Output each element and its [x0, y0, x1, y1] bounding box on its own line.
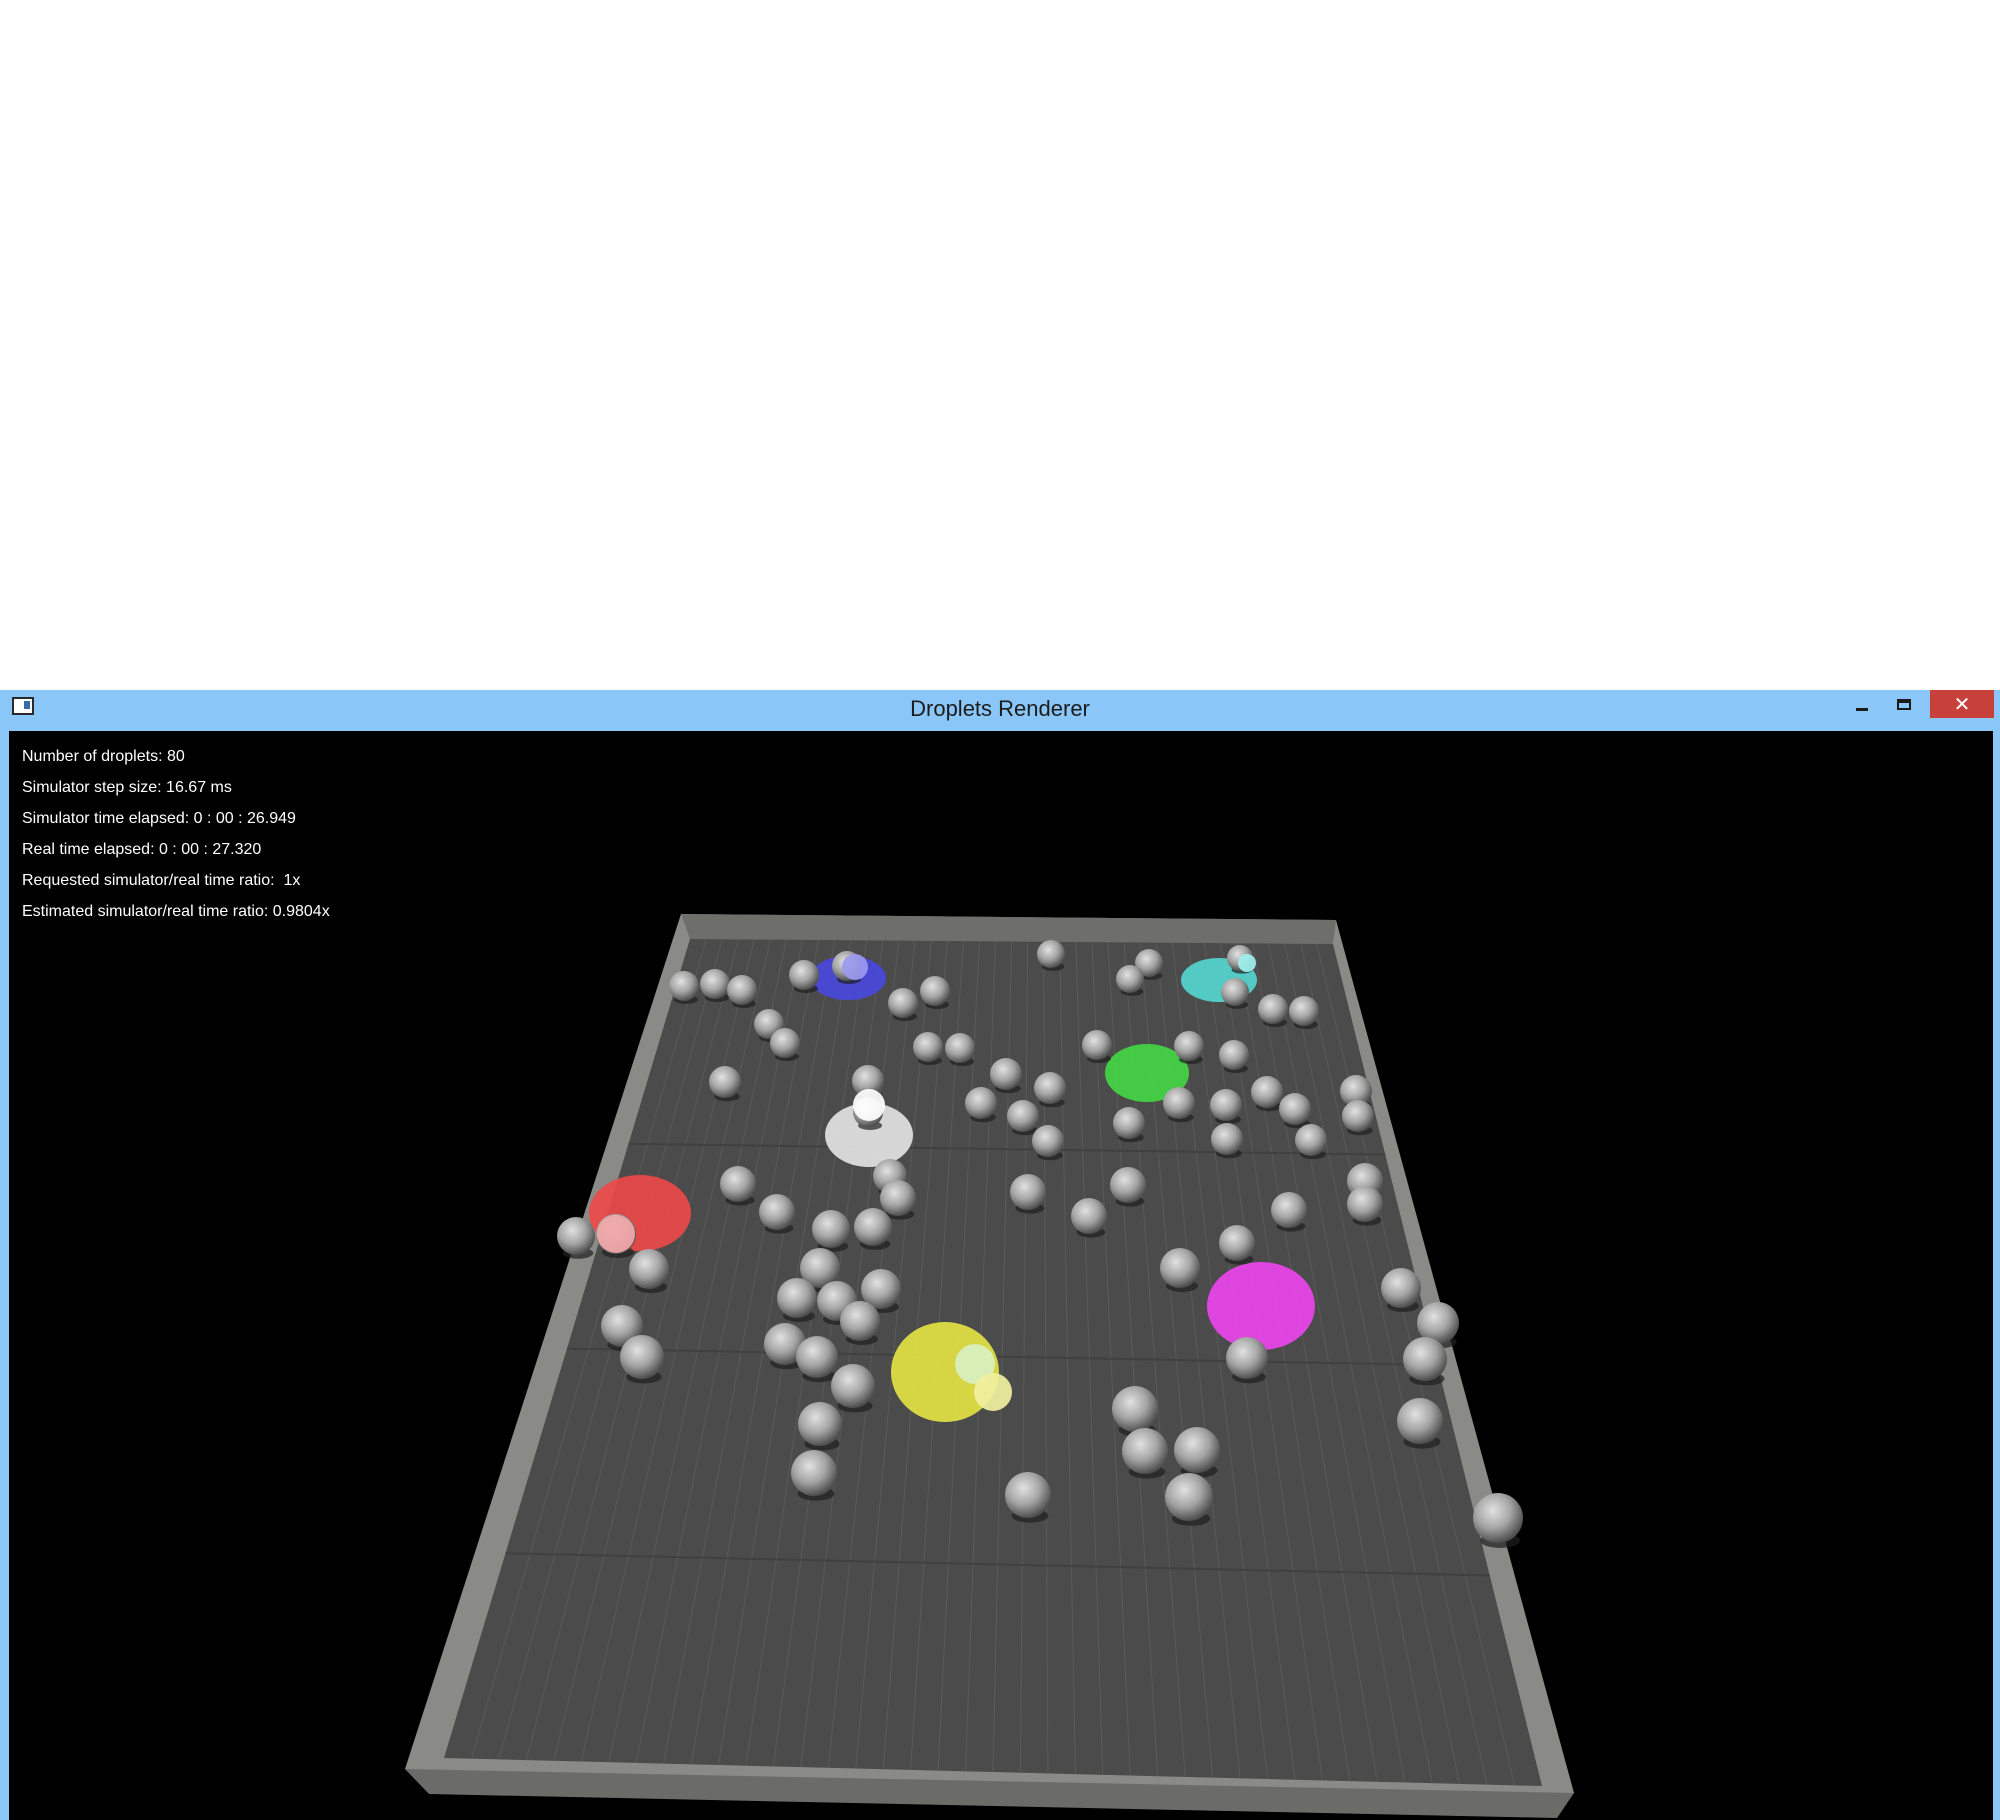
droplet — [770, 1028, 800, 1058]
stats-overlay: Number of droplets: 80 Simulator step si… — [22, 741, 330, 927]
stat-simulator-time: Simulator time elapsed: 0 : 00 : 26.949 — [22, 810, 296, 827]
droplet — [669, 971, 699, 1001]
droplet — [1397, 1398, 1443, 1444]
droplet — [1473, 1493, 1523, 1543]
droplet — [1279, 1093, 1311, 1125]
droplet — [1034, 1072, 1066, 1104]
droplet-tinted — [974, 1373, 1012, 1411]
droplet — [796, 1336, 838, 1378]
droplet-tinted — [597, 1215, 635, 1253]
droplet — [1174, 1031, 1204, 1061]
close-button[interactable]: ✕ — [1930, 690, 1994, 718]
stat-real-time: Real time elapsed: 0 : 00 : 27.320 — [22, 841, 262, 858]
droplet — [557, 1217, 595, 1255]
droplet — [1271, 1192, 1307, 1228]
droplet — [1226, 1337, 1268, 1379]
droplet — [700, 969, 730, 999]
droplet — [945, 1033, 975, 1063]
droplet — [777, 1278, 817, 1318]
droplet — [1032, 1125, 1064, 1157]
droplet — [990, 1058, 1022, 1090]
app-window: Droplets Renderer ✕ Number of droplets: … — [0, 690, 2000, 1820]
maximize-icon — [1897, 698, 1911, 710]
droplet — [1037, 940, 1065, 968]
droplet — [1110, 1167, 1146, 1203]
droplet — [965, 1087, 997, 1119]
droplet — [1295, 1124, 1327, 1156]
droplet — [1071, 1198, 1107, 1234]
stat-droplet-count: Number of droplets: 80 — [22, 748, 185, 765]
maximize-button[interactable] — [1884, 690, 1924, 718]
droplet-tinted — [842, 954, 868, 980]
droplet — [812, 1210, 850, 1248]
droplet — [913, 1032, 943, 1062]
window-title: Droplets Renderer — [910, 696, 1090, 721]
stat-step-size: Simulator step size: 16.67 ms — [22, 779, 232, 796]
droplet — [888, 988, 918, 1018]
minimize-icon — [1856, 707, 1868, 711]
droplet — [1010, 1174, 1046, 1210]
droplet — [789, 960, 819, 990]
droplet — [1112, 1386, 1158, 1432]
minimize-button[interactable] — [1842, 690, 1882, 718]
droplet — [1403, 1337, 1447, 1381]
title-bar[interactable]: Droplets Renderer ✕ — [0, 690, 2000, 731]
droplet-tinted — [1238, 954, 1256, 972]
droplet — [1163, 1087, 1195, 1119]
droplet — [1210, 1089, 1242, 1121]
droplet — [880, 1180, 916, 1216]
droplet — [629, 1249, 669, 1289]
droplet — [759, 1194, 795, 1230]
droplet — [1211, 1123, 1243, 1155]
render-viewport[interactable]: Number of droplets: 80 Simulator step si… — [9, 731, 1993, 1820]
droplet — [720, 1166, 756, 1202]
droplet — [791, 1450, 837, 1496]
droplet — [798, 1402, 842, 1446]
droplet — [1116, 965, 1144, 993]
droplet — [1342, 1100, 1374, 1132]
droplet — [1174, 1427, 1220, 1473]
droplet — [709, 1066, 741, 1098]
droplet — [854, 1208, 892, 1246]
droplet — [1122, 1428, 1168, 1474]
droplet — [920, 976, 950, 1006]
droplet — [1005, 1472, 1051, 1518]
droplet — [1381, 1268, 1421, 1308]
light-spot — [1207, 1262, 1315, 1350]
droplet — [727, 975, 757, 1005]
droplet — [1007, 1100, 1039, 1132]
droplet — [1251, 1076, 1283, 1108]
droplet — [1219, 1040, 1249, 1070]
stat-estimated-ratio: Estimated simulator/real time ratio: 0.9… — [22, 903, 330, 920]
droplet — [1165, 1473, 1213, 1521]
droplet — [1347, 1186, 1383, 1222]
droplet — [1221, 978, 1249, 1006]
droplet — [1258, 994, 1288, 1024]
droplet — [1082, 1030, 1112, 1060]
droplet — [1160, 1248, 1200, 1288]
droplet-tinted — [853, 1089, 885, 1121]
droplet — [1113, 1107, 1145, 1139]
droplet — [831, 1364, 875, 1408]
droplet — [1289, 996, 1319, 1026]
stat-requested-ratio: Requested simulator/real time ratio: 1x — [22, 872, 301, 889]
droplet — [1219, 1225, 1255, 1261]
close-icon: ✕ — [1953, 692, 1971, 716]
droplet — [620, 1335, 664, 1379]
droplet — [840, 1301, 880, 1341]
arena-wall-top — [681, 914, 1336, 944]
